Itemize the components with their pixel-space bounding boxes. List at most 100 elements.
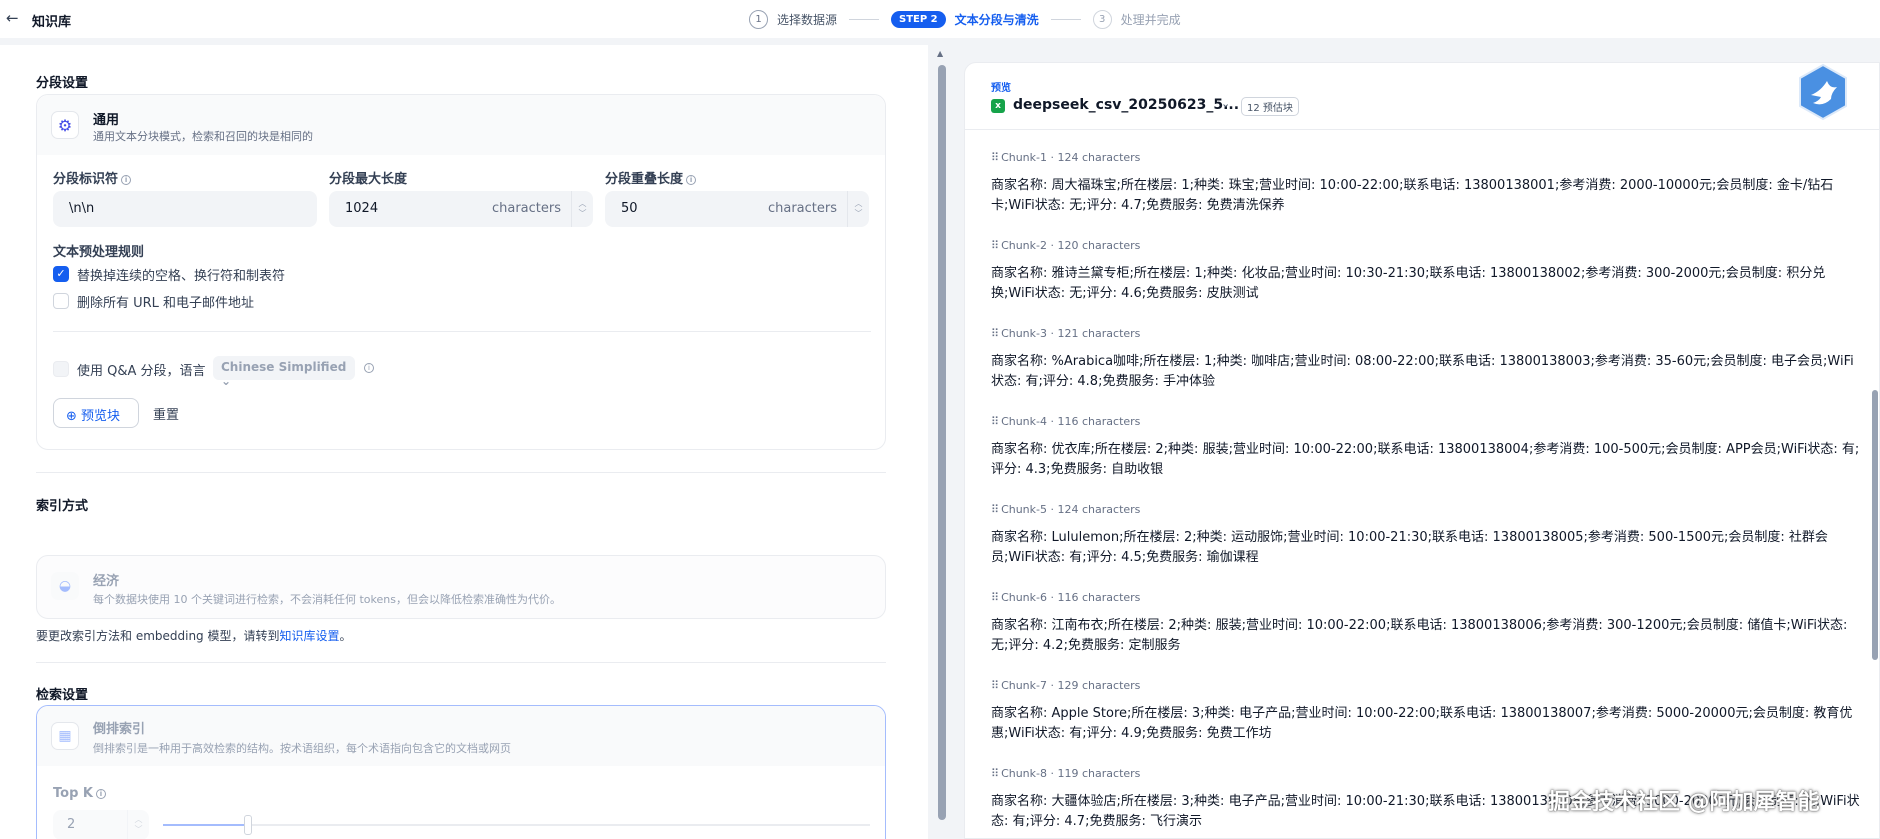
max-length-input[interactable]: 1024 characters ︿ ﹀ xyxy=(329,191,593,227)
index-section-title: 索引方式 xyxy=(36,499,89,514)
stepper: 1 选择数据源 STEP 2 文本分段与清洗 3 处理并完成 xyxy=(749,8,1181,30)
chunk-text: 商家名称: 周大福珠宝;所在楼层: 1;种类: 珠宝;营业时间: 10:00-2… xyxy=(991,178,1834,213)
chunk-char-count: 116 characters xyxy=(1057,591,1141,604)
arrow-left-icon[interactable]: ← xyxy=(6,9,19,27)
step-1-label: 选择数据源 xyxy=(777,12,838,27)
chunk-header: ⠿ Chunk-5 · 124 characters xyxy=(991,503,1141,516)
chunk-id: Chunk-8 xyxy=(1001,767,1047,780)
chunk-char-count: 120 characters xyxy=(1057,239,1141,252)
rule1-label: 替换掉连续的空格、换行符和制表符 xyxy=(77,269,286,284)
chunk-header: ⠿ Chunk-1 · 124 characters xyxy=(991,151,1141,164)
chevron-up-icon[interactable]: ︿ xyxy=(855,199,863,209)
overlap-stepper[interactable]: ︿ ﹀ xyxy=(847,191,869,227)
drag-handle-icon: ⠿ xyxy=(991,767,999,780)
chevron-up-icon[interactable]: ︿ xyxy=(135,815,143,825)
chunk-id: Chunk-2 xyxy=(1001,239,1047,252)
settings-scrollbar[interactable]: ▲ xyxy=(935,45,949,839)
chevron-down-icon[interactable]: ﹀ xyxy=(135,825,143,835)
drag-handle-icon: ⠿ xyxy=(991,591,999,604)
rule1-checkbox[interactable]: ✓ xyxy=(53,266,69,282)
max-length-unit: characters xyxy=(491,201,561,216)
info-icon[interactable]: i xyxy=(686,174,697,185)
chunk-char-count: 124 characters xyxy=(1057,151,1141,164)
bird-logo-icon xyxy=(1799,63,1847,121)
max-length-value: 1024 xyxy=(345,201,379,216)
general-mode-card[interactable]: ⚙ 通用 通用文本分块模式，检索和召回的块是相同的 分段标识符 i \n\n 分段… xyxy=(36,94,886,450)
info-icon[interactable]: i xyxy=(95,788,106,799)
chunk-id: Chunk-7 xyxy=(1001,679,1047,692)
topk-slider-fill xyxy=(163,824,248,826)
grid-icon: ▦ xyxy=(51,722,79,750)
kb-settings-link[interactable]: 知识库设置 xyxy=(280,629,340,643)
preview-panel: 预览 x deepseek_csv_20250623_5... ⌄ 12 预估块… xyxy=(964,62,1880,839)
divider xyxy=(36,662,886,663)
overlap-label: 分段重叠长度 i xyxy=(605,168,697,187)
drag-handle-icon: ⠿ xyxy=(991,679,999,692)
qa-label: 使用 Q&A 分段，语言 xyxy=(77,364,206,379)
scroll-up-icon[interactable]: ▲ xyxy=(937,49,943,58)
preview-label: 预览 xyxy=(991,83,1011,94)
chevron-down-icon[interactable]: ﹀ xyxy=(855,209,863,219)
qa-checkbox[interactable] xyxy=(53,361,69,377)
step-2-label: 文本分段与清洗 xyxy=(954,12,1039,27)
chevron-down-icon[interactable]: ⌄ xyxy=(1221,97,1230,110)
info-icon[interactable]: i xyxy=(121,174,132,185)
divider xyxy=(36,472,886,473)
topk-input[interactable]: 2 ︿ ﹀ xyxy=(53,810,149,839)
drag-handle-icon: ⠿ xyxy=(991,239,999,252)
chevron-down-icon: ⌄ xyxy=(221,374,232,388)
drag-handle-icon: ⠿ xyxy=(991,415,999,428)
chevron-up-icon[interactable]: ︿ xyxy=(579,199,587,209)
chunk-id: Chunk-6 xyxy=(1001,591,1047,604)
index-note-text: 要更改索引方法和 embedding 模型，请转到 xyxy=(36,629,280,643)
drag-handle-icon: ⠿ xyxy=(991,503,999,516)
chunk-header: ⠿ Chunk-3 · 121 characters xyxy=(991,327,1141,340)
index-note: 要更改索引方法和 embedding 模型，请转到知识库设置。 xyxy=(36,627,352,644)
chunk-item: ⠿ Chunk-1 · 124 characters 商家名称: 周大福珠宝;所在楼… xyxy=(991,151,1861,239)
chunk-text: 商家名称: 优衣库;所在楼层: 2;种类: 服装;营业时间: 10:00-22:… xyxy=(991,442,1860,477)
reset-button[interactable]: 重置 xyxy=(141,398,193,428)
economy-mode-card[interactable]: ◒ 经济 每个数据块使用 10 个关键词进行检索，不会消耗任何 tokens，但… xyxy=(36,555,886,619)
economy-mode-name: 经济 xyxy=(93,574,120,589)
delimiter-label: 分段标识符 i xyxy=(53,168,132,187)
retrieval-mode-desc: 倒排索引是一种用于高效检索的结构。按术语组织，每个术语指向包含它的文档或网页 xyxy=(93,742,511,755)
max-length-stepper[interactable]: ︿ ﹀ xyxy=(571,191,593,227)
scrollbar-thumb[interactable] xyxy=(938,65,946,820)
delimiter-value: \n\n xyxy=(69,201,95,216)
chunk-text: 商家名称: 江南布衣;所在楼层: 2;种类: 服装;营业时间: 10:00-22… xyxy=(991,618,1848,653)
rule2-checkbox[interactable] xyxy=(53,293,69,309)
preview-scrollbar-thumb[interactable] xyxy=(1872,390,1878,660)
preview-chunks-button[interactable]: ⊕ 预览块 xyxy=(53,398,139,428)
topk-slider[interactable] xyxy=(163,815,870,835)
preview-chunks-label: 预览块 xyxy=(81,409,121,424)
search-icon: ⊕ xyxy=(66,409,77,424)
language-select[interactable]: Chinese Simplified ⌄ xyxy=(213,356,355,388)
topk-slider-handle[interactable] xyxy=(243,815,252,835)
gear-icon: ⚙ xyxy=(51,111,79,139)
chunk-header: ⠿ Chunk-8 · 119 characters xyxy=(991,767,1141,780)
step-3-label: 处理并完成 xyxy=(1120,12,1181,27)
top-bar: ← 知识库 1 选择数据源 STEP 2 文本分段与清洗 3 处理并完成 xyxy=(0,0,1880,38)
file-name[interactable]: deepseek_csv_20250623_5... xyxy=(1013,97,1239,113)
retrieval-card[interactable]: ▦ 倒排索引 倒排索引是一种用于高效检索的结构。按术语组织，每个术语指向包含它的… xyxy=(36,705,886,839)
chunk-item: ⠿ Chunk-6 · 116 characters 商家名称: 江南布衣;所在楼层… xyxy=(991,591,1861,679)
chunk-id: Chunk-3 xyxy=(1001,327,1047,340)
chunk-text: 商家名称: Lululemon;所在楼层: 2;种类: 运动服饰;营业时间: 1… xyxy=(991,530,1828,565)
page-title: 知识库 xyxy=(32,15,72,30)
chunk-id: Chunk-5 xyxy=(1001,503,1047,516)
overlap-value: 50 xyxy=(621,201,638,216)
chevron-down-icon[interactable]: ﹀ xyxy=(579,209,587,219)
preview-header-divider xyxy=(965,129,1880,130)
overlap-input[interactable]: 50 characters ︿ ﹀ xyxy=(605,191,869,227)
chunk-char-count: 121 characters xyxy=(1057,327,1141,340)
chunk-list: ⠿ Chunk-1 · 124 characters 商家名称: 周大福珠宝;所在楼… xyxy=(991,151,1861,839)
rule2-label: 删除所有 URL 和电子邮件地址 xyxy=(77,296,255,311)
chunk-text: 商家名称: %Arabica咖啡;所在楼层: 1;种类: 咖啡店;营业时间: 0… xyxy=(991,354,1854,389)
chunk-item: ⠿ Chunk-7 · 129 characters 商家名称: Apple Sto… xyxy=(991,679,1861,767)
chunk-char-count: 119 characters xyxy=(1057,767,1141,780)
topk-stepper[interactable]: ︿ ﹀ xyxy=(127,810,149,839)
info-icon[interactable]: i xyxy=(364,363,374,373)
delimiter-input[interactable]: \n\n xyxy=(53,191,317,227)
economy-icon: ◒ xyxy=(51,572,79,600)
chunk-char-count: 124 characters xyxy=(1057,503,1141,516)
